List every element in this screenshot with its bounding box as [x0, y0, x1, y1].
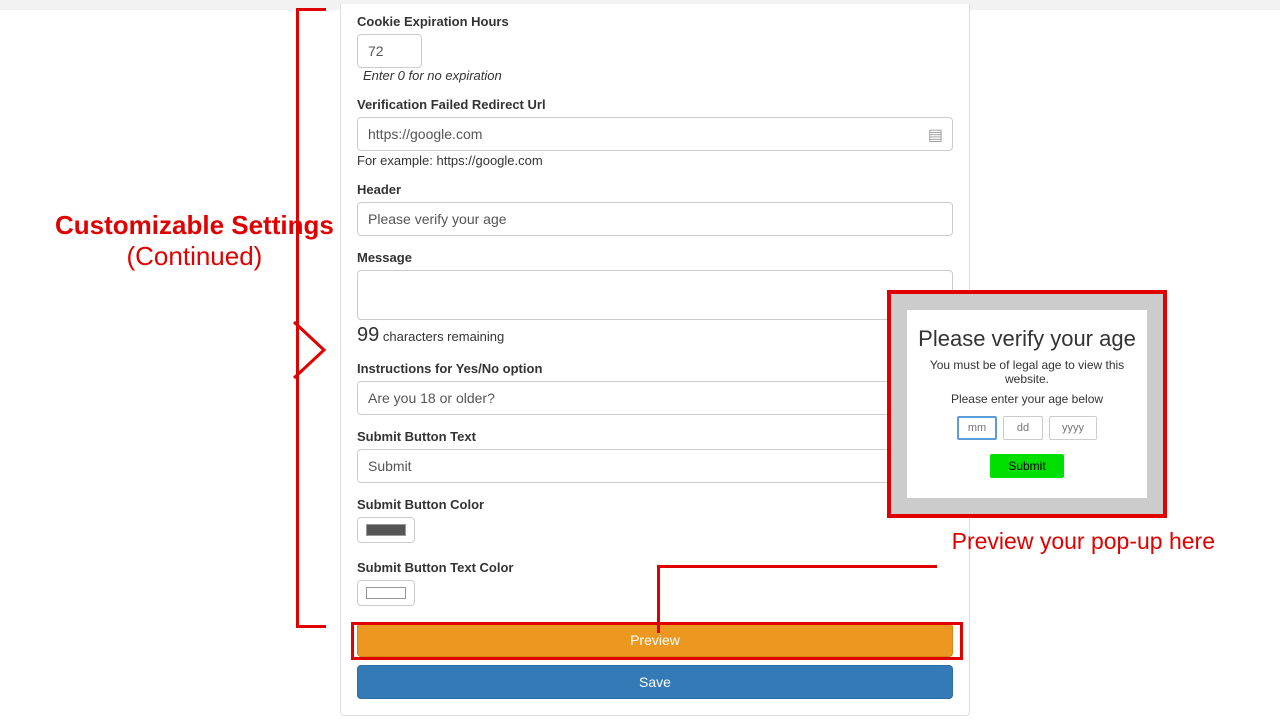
popup-day-input[interactable]	[1003, 416, 1043, 440]
popup-month-input[interactable]	[957, 416, 997, 440]
popup-subtext: Please enter your age below	[917, 392, 1137, 406]
field-submit-color: Submit Button Color	[357, 497, 953, 546]
annotation-continued: (Continued)	[126, 241, 262, 271]
annotation-preview-text: Preview your pop-up here	[952, 528, 1215, 555]
popup-year-input[interactable]	[1049, 416, 1097, 440]
annotation-bracket	[296, 8, 326, 628]
message-input[interactable]	[357, 270, 953, 320]
contact-card-icon: ▤	[928, 125, 943, 145]
save-button[interactable]: Save	[357, 665, 953, 699]
cookie-hours-label: Cookie Expiration Hours	[357, 14, 953, 29]
popup-submit-button[interactable]: Submit	[990, 454, 1063, 478]
submit-text-label: Submit Button Text	[357, 429, 953, 444]
cookie-hours-input[interactable]	[357, 34, 422, 68]
annotation-pointer	[282, 320, 330, 380]
annotation-customizable-settings: Customizable Settings (Continued)	[55, 210, 334, 272]
message-label: Message	[357, 250, 953, 265]
submit-color-picker[interactable]	[357, 517, 415, 543]
field-cookie-hours: Cookie Expiration Hours Enter 0 for no e…	[357, 14, 953, 83]
redirect-url-help: For example: https://google.com	[357, 153, 953, 168]
header-input[interactable]	[357, 202, 953, 236]
field-instructions: Instructions for Yes/No option	[357, 361, 953, 415]
annotation-hook	[657, 565, 937, 633]
field-header: Header	[357, 182, 953, 236]
submit-text-color-picker[interactable]	[357, 580, 415, 606]
field-submit-text: Submit Button Text	[357, 429, 953, 483]
cookie-hours-help: Enter 0 for no expiration	[363, 68, 953, 83]
submit-text-input[interactable]	[357, 449, 953, 483]
popup-date-inputs	[917, 416, 1137, 440]
popup-inner: Please verify your age You must be of le…	[907, 310, 1147, 498]
field-message: Message 99 characters remaining	[357, 250, 953, 347]
message-char-counter: 99 characters remaining	[357, 324, 953, 347]
popup-message: You must be of legal age to view this we…	[917, 358, 1137, 386]
annotation-title: Customizable Settings	[55, 210, 334, 240]
popup-title: Please verify your age	[917, 326, 1137, 352]
redirect-url-input[interactable]	[357, 117, 953, 151]
popup-preview: Please verify your age You must be of le…	[887, 290, 1167, 518]
instructions-input[interactable]	[357, 381, 953, 415]
header-label: Header	[357, 182, 953, 197]
submit-color-label: Submit Button Color	[357, 497, 953, 512]
redirect-url-label: Verification Failed Redirect Url	[357, 97, 953, 112]
field-redirect-url: Verification Failed Redirect Url ▤ For e…	[357, 97, 953, 168]
color-swatch	[366, 524, 406, 536]
instructions-label: Instructions for Yes/No option	[357, 361, 953, 376]
color-swatch	[366, 587, 406, 599]
